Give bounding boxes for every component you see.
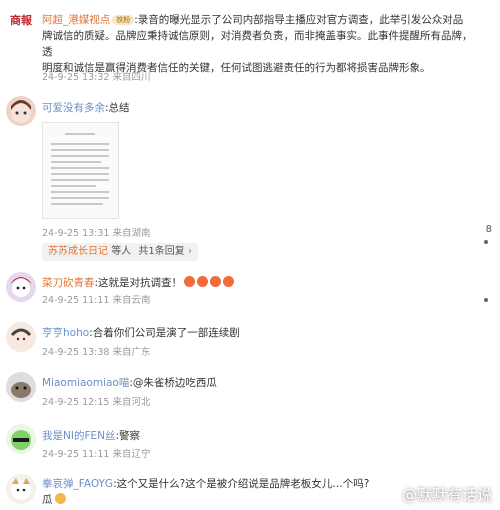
avatar[interactable] bbox=[6, 372, 36, 402]
avatar-image bbox=[11, 430, 31, 450]
comment-meta: 24-9-25 11:11 来自云南 bbox=[42, 295, 151, 306]
attached-document-image[interactable] bbox=[42, 122, 119, 219]
comment-text: :@朱雀桥边吃西瓜 bbox=[129, 377, 217, 389]
avatar-image bbox=[11, 382, 31, 398]
avatar[interactable] bbox=[6, 322, 36, 352]
username[interactable]: 阿超_港媒视点 bbox=[42, 14, 110, 26]
avatar-image bbox=[11, 100, 31, 123]
comment-meta: 24-9-25 12:15 来自河北 bbox=[42, 397, 151, 408]
comment-meta: 24-9-25 11:11 来自辽宁 bbox=[42, 449, 151, 460]
avatar[interactable] bbox=[6, 474, 36, 504]
comment-text: :这个又是什么?这个是被介绍说是品牌老板女儿…个吗? bbox=[113, 478, 370, 490]
comment-text: :这就是对抗调查！ bbox=[94, 277, 183, 289]
username[interactable]: 亨亨hoho bbox=[42, 327, 89, 339]
username[interactable]: 可爱没有多余 bbox=[42, 102, 105, 114]
avatar-image bbox=[10, 277, 32, 297]
emoji-icon bbox=[54, 493, 66, 504]
angry-emoji-icon bbox=[223, 276, 235, 287]
angry-emoji-icon bbox=[197, 276, 209, 287]
more-dot-icon bbox=[484, 298, 488, 302]
avatar[interactable]: 商報 bbox=[6, 6, 36, 36]
avatar-image bbox=[10, 328, 32, 348]
username[interactable]: 我是NI的FEN丝 bbox=[42, 430, 115, 442]
avatar-image bbox=[11, 478, 31, 500]
username[interactable]: Miaomiaomiao喵 bbox=[42, 377, 129, 389]
comment-text-line: 牌诚信的质疑。品牌应秉持诚信原则，对消费者负责，而非掩盖事实。此事件提醒所有品牌… bbox=[42, 30, 473, 58]
reply-preview[interactable]: 苏苏成长日记 等人 共1条回复 › bbox=[42, 243, 198, 261]
avatar[interactable] bbox=[6, 424, 36, 454]
comment-text: :总结 bbox=[105, 102, 130, 114]
avatar[interactable] bbox=[6, 96, 36, 126]
username[interactable]: 拳哀弹_FAOYG bbox=[42, 478, 113, 490]
comment-text: 阿超_港媒视点 铁粉:录音的曝光显示了公司内部指导主播应对官方调查，此举引发公众对… bbox=[42, 14, 464, 26]
comment-text-line: 瓜 bbox=[42, 494, 53, 506]
avatar-logo: 商報 bbox=[10, 14, 32, 27]
side-counter: 8 bbox=[485, 224, 492, 235]
angry-emoji-icon bbox=[184, 276, 196, 287]
chevron-right-icon: › bbox=[187, 246, 192, 257]
avatar[interactable] bbox=[6, 272, 36, 302]
watermark: @默默有话说 bbox=[401, 486, 492, 504]
angry-emoji-icon bbox=[210, 276, 222, 287]
reply-author[interactable]: 苏苏成长日记 bbox=[48, 246, 108, 257]
fan-badge: 铁粉 bbox=[112, 15, 135, 25]
more-dot-icon bbox=[484, 240, 488, 244]
comment-meta: 24-9-25 13:31 来自湖南 bbox=[42, 228, 151, 239]
username[interactable]: 菜刀砍青春 bbox=[42, 277, 95, 289]
comment-meta: 24-9-25 13:38 来自广东 bbox=[42, 347, 151, 358]
comment-text: :警察 bbox=[115, 430, 141, 442]
comment-meta: 24-9-25 13:32 来自四川 bbox=[42, 72, 151, 83]
comment-text: :合着你们公司是演了一部连续剧 bbox=[89, 327, 240, 339]
